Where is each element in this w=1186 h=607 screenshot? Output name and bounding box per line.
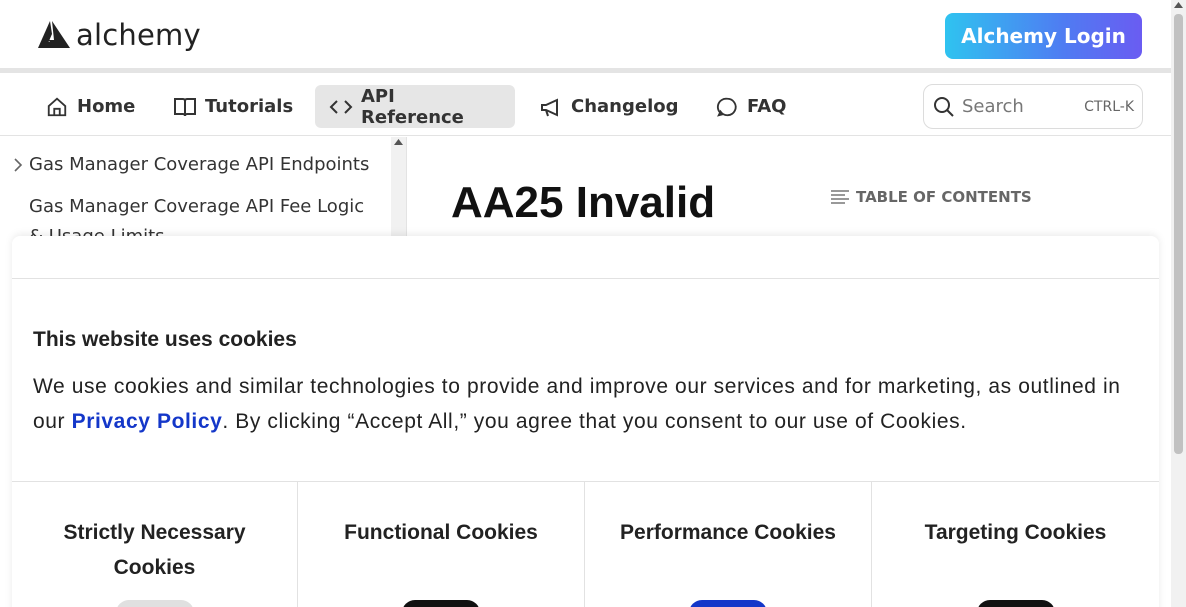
sidebar-item-coverage-fee-logic[interactable]: Gas Manager Coverage API Fee Logic — [29, 196, 364, 217]
logo-text: alchemy — [76, 18, 201, 52]
nav-item-label: Tutorials — [205, 96, 294, 117]
search-box[interactable]: CTRL-K — [923, 84, 1143, 129]
cookie-banner-title: This website uses cookies — [33, 328, 297, 351]
nav-item-label: Changelog — [571, 96, 679, 117]
nav-item-label: FAQ — [747, 96, 787, 117]
page-scroll-up-icon[interactable] — [1174, 2, 1183, 8]
cookie-banner-top-divider — [12, 278, 1159, 279]
sidebar-item-coverage-endpoints[interactable]: Gas Manager Coverage API Endpoints — [29, 154, 369, 175]
list-icon — [830, 189, 850, 205]
book-icon — [173, 95, 197, 119]
nav-item-changelog[interactable]: Changelog — [525, 85, 693, 128]
page-scrollbar[interactable] — [1171, 0, 1186, 607]
alchemy-logo-icon — [38, 21, 70, 48]
cookie-category-label: Functional Cookies — [344, 521, 538, 544]
cookie-category-label: Performance Cookies — [620, 521, 836, 544]
nav-item-api-reference[interactable]: API Reference — [315, 85, 515, 128]
cookie-category-label: Strictly Necessary Cookies — [63, 521, 246, 579]
code-icon — [329, 95, 353, 119]
cookie-banner: This website uses cookies We use cookies… — [12, 236, 1159, 607]
cookie-category-targeting: Targeting Cookies — [872, 482, 1159, 607]
home-icon — [45, 95, 69, 119]
page-title: AA25 Invalid — [451, 178, 716, 227]
page: alchemy Alchemy Login Home Tutorials API… — [0, 0, 1186, 607]
cookie-category-strictly-necessary: Strictly Necessary Cookies — [12, 482, 298, 607]
functional-cookies-toggle[interactable] — [402, 600, 480, 607]
main-nav: Home Tutorials API Reference Changelog F… — [0, 78, 1171, 136]
nav-item-home[interactable]: Home — [31, 85, 149, 128]
top-header: alchemy Alchemy Login — [0, 0, 1171, 73]
chat-bubble-icon — [715, 95, 739, 119]
performance-cookies-toggle[interactable] — [689, 600, 767, 607]
cookie-category-functional: Functional Cookies — [298, 482, 585, 607]
toc-label: TABLE OF CONTENTS — [856, 188, 1032, 206]
nav-item-label: Home — [77, 96, 136, 117]
alchemy-logo[interactable]: alchemy — [36, 18, 201, 52]
privacy-policy-link[interactable]: Privacy Policy — [72, 410, 223, 433]
alchemy-login-button[interactable]: Alchemy Login — [945, 13, 1142, 59]
cookie-category-performance: Performance Cookies — [585, 482, 872, 607]
search-icon — [932, 95, 956, 119]
scroll-up-arrow-icon[interactable] — [391, 139, 406, 149]
nav-item-tutorials[interactable]: Tutorials — [159, 85, 307, 128]
nav-item-faq[interactable]: FAQ — [701, 85, 800, 128]
cookie-text-after-link: . By clicking “Accept All,” you agree th… — [222, 410, 967, 433]
cookie-banner-text: We use cookies and similar technologies … — [33, 369, 1143, 439]
chevron-right-icon[interactable] — [12, 157, 24, 173]
megaphone-icon — [539, 95, 563, 119]
table-of-contents-header: TABLE OF CONTENTS — [830, 188, 1032, 206]
search-input[interactable] — [962, 96, 1072, 117]
page-scroll-thumb[interactable] — [1174, 14, 1183, 454]
cookie-category-label: Targeting Cookies — [924, 521, 1107, 544]
strictly-necessary-toggle[interactable] — [115, 600, 194, 607]
targeting-cookies-toggle[interactable] — [976, 600, 1055, 607]
search-shortcut: CTRL-K — [1084, 98, 1134, 115]
nav-item-label: API Reference — [361, 85, 464, 128]
